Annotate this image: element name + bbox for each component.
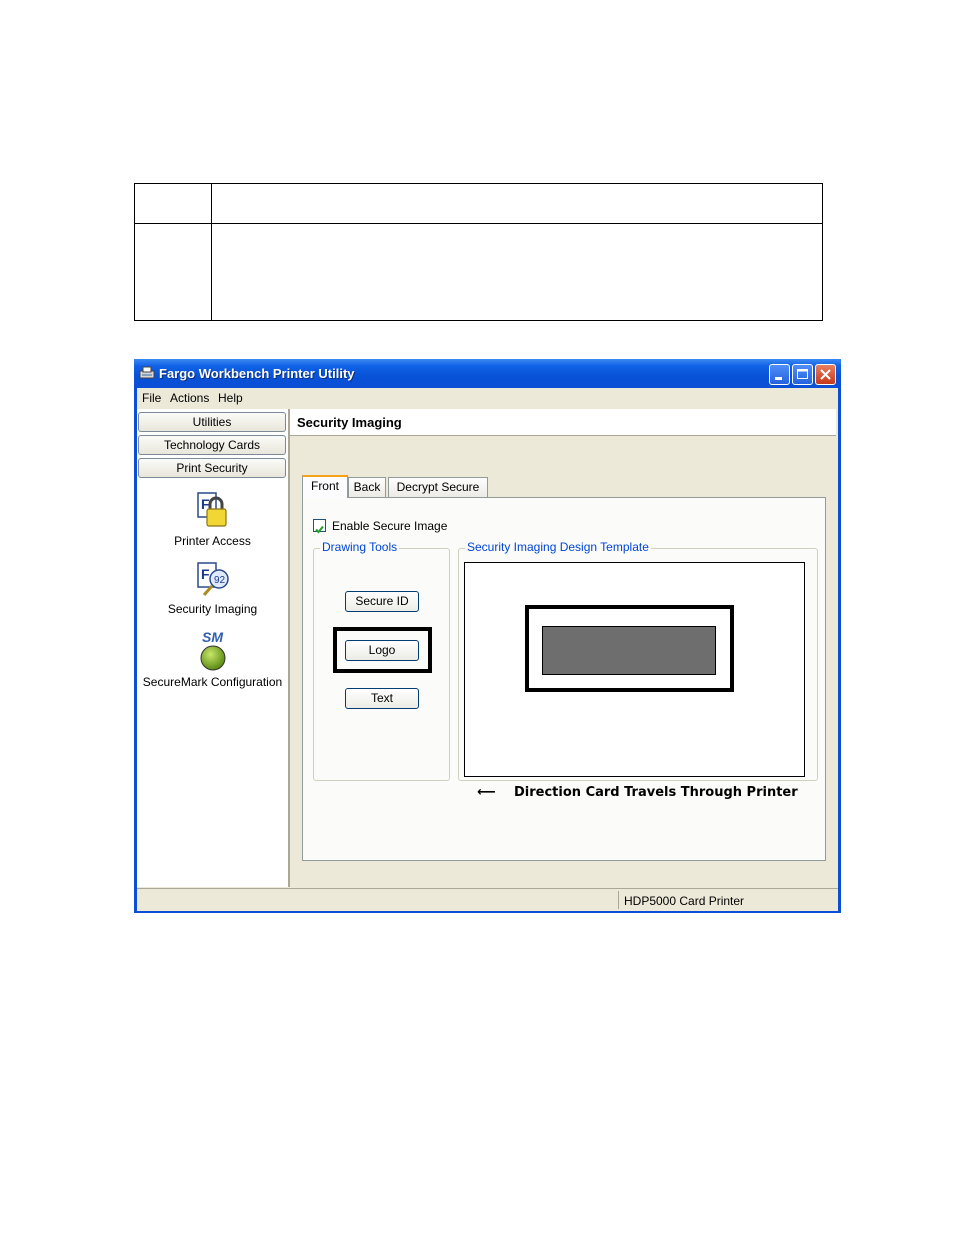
menu-bar: File Actions Help bbox=[137, 388, 838, 408]
printer-access-launcher[interactable]: F Printer Access bbox=[137, 491, 288, 548]
maximize-icon bbox=[797, 369, 808, 379]
status-bar: HDP5000 Card Printer bbox=[137, 888, 838, 911]
printer-app-icon bbox=[139, 366, 155, 379]
securemark-label: SecureMark Configuration bbox=[142, 675, 283, 689]
drawing-tools-label: Drawing Tools bbox=[320, 540, 400, 554]
logo-button[interactable]: Logo bbox=[345, 640, 419, 661]
minimize-icon bbox=[775, 377, 782, 380]
logo-placeholder[interactable] bbox=[542, 626, 716, 675]
security-imaging-launcher[interactable]: F 92 Security Imaging bbox=[137, 561, 288, 616]
window-title: Fargo Workbench Printer Utility bbox=[159, 366, 355, 381]
check-icon bbox=[315, 525, 324, 534]
design-template-group: Security Imaging Design Template bbox=[458, 540, 818, 781]
table-row-divider bbox=[135, 223, 822, 224]
menu-actions[interactable]: Actions bbox=[170, 391, 209, 405]
svg-text:F: F bbox=[201, 566, 210, 582]
tab-decrypt-secure-id[interactable]: Decrypt Secure ID bbox=[388, 477, 488, 513]
close-button[interactable] bbox=[815, 364, 836, 385]
document-table bbox=[134, 183, 823, 321]
tab-panel-front: Enable Secure Image Drawing Tools Secure… bbox=[302, 497, 826, 861]
content-pane: Security Imaging Front Back Decrypt Secu… bbox=[290, 409, 838, 887]
menu-help[interactable]: Help bbox=[218, 391, 243, 405]
navigation-pane: Utilities Technology Cards Print Securit… bbox=[137, 409, 290, 887]
nav-technology-cards-button[interactable]: Technology Cards bbox=[138, 435, 286, 455]
direction-caption: Direction Card Travels Through Printer bbox=[514, 785, 798, 800]
app-window: Fargo Workbench Printer Utility File Act… bbox=[134, 359, 841, 913]
title-bar[interactable]: Fargo Workbench Printer Utility bbox=[134, 359, 841, 388]
securemark-badge: SM bbox=[202, 629, 223, 645]
page-title: Security Imaging bbox=[297, 415, 402, 430]
menu-file[interactable]: File bbox=[142, 391, 161, 405]
tab-back[interactable]: Back bbox=[348, 477, 386, 497]
maximize-button[interactable] bbox=[792, 364, 813, 385]
svg-text:92: 92 bbox=[214, 575, 226, 586]
nav-print-security-button[interactable]: Print Security bbox=[138, 458, 286, 478]
security-imaging-icon: F 92 bbox=[196, 562, 229, 596]
status-printer-name: HDP5000 Card Printer bbox=[624, 894, 745, 908]
text-button[interactable]: Text bbox=[345, 688, 419, 709]
design-template-label: Security Imaging Design Template bbox=[465, 540, 651, 554]
close-icon bbox=[820, 369, 831, 380]
securemark-launcher[interactable]: SM SecureMark Configuration bbox=[137, 630, 288, 689]
design-template-canvas[interactable] bbox=[464, 562, 805, 777]
nav-utilities-button[interactable]: Utilities bbox=[138, 412, 286, 432]
padlock-icon: F bbox=[196, 492, 227, 527]
drawing-tools-group: Drawing Tools Secure ID Logo Text bbox=[313, 540, 450, 781]
printer-access-label: Printer Access bbox=[174, 534, 251, 548]
status-separator bbox=[618, 891, 619, 909]
enable-secure-image-checkbox[interactable] bbox=[313, 519, 326, 534]
pane-header: Security Imaging bbox=[290, 409, 836, 436]
tab-front[interactable]: Front bbox=[302, 475, 348, 498]
security-imaging-label: Security Imaging bbox=[167, 602, 258, 616]
secure-id-button[interactable]: Secure ID bbox=[345, 591, 419, 612]
minimize-button[interactable] bbox=[769, 364, 790, 385]
window-client-area: File Actions Help Utilities Technology C… bbox=[137, 388, 838, 911]
table-column-divider bbox=[211, 184, 212, 320]
green-orb-icon bbox=[200, 645, 225, 671]
enable-secure-image-label: Enable Secure Image bbox=[332, 519, 448, 533]
direction-arrow-icon: ⟵ bbox=[477, 785, 496, 800]
